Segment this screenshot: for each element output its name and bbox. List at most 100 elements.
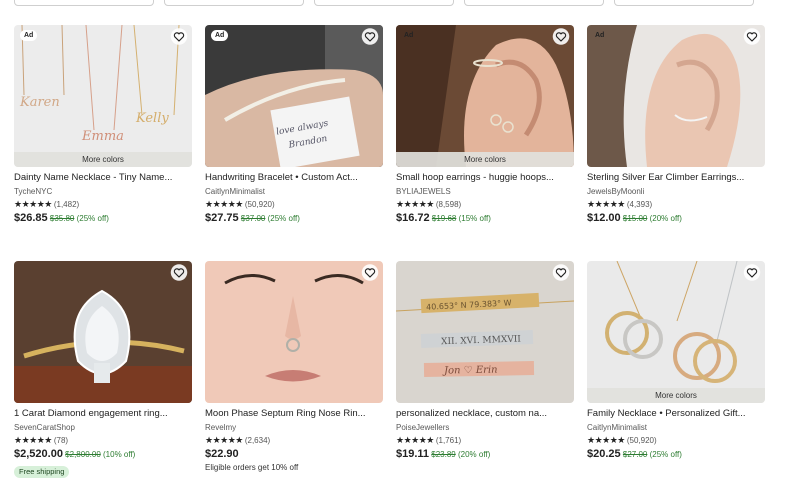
price-line: $19.11 $23.89 (20% off): [396, 448, 574, 461]
product-card[interactable]: More colors Family Necklace • Personaliz…: [587, 261, 765, 461]
product-title[interactable]: Family Necklace • Personalized Gift...: [587, 408, 765, 420]
heart-outline-icon[interactable]: [743, 264, 761, 281]
original-price: $23.89: [431, 450, 456, 459]
heart-outline-icon[interactable]: [552, 28, 570, 45]
product-title[interactable]: Dainty Name Necklace - Tiny Name...: [14, 172, 192, 184]
sale-price: $2,520.00: [14, 448, 63, 460]
product-image[interactable]: 40.653° N 79.383° W XII. XVI. MMXVII Jon…: [396, 261, 574, 403]
diamond-ring-image: [14, 261, 192, 403]
discount: (25% off): [649, 450, 682, 459]
bar-necklace-image: 40.653° N 79.383° W XII. XVI. MMXVII Jon…: [396, 261, 574, 403]
product-title[interactable]: Sterling Silver Ear Climber Earrings...: [587, 172, 765, 184]
filter-chip[interactable]: [614, 0, 754, 6]
product-card[interactable]: Ad More colors Small hoop earrings - hug…: [396, 25, 574, 225]
svg-text:Emma: Emma: [81, 129, 124, 144]
shop-name[interactable]: JewelsByMoonli: [587, 186, 765, 197]
discount: (15% off): [458, 214, 491, 223]
product-card[interactable]: 1 Carat Diamond engagement ring... Seven…: [14, 261, 192, 479]
more-colors-label: More colors: [14, 152, 192, 167]
discount: (20% off): [457, 450, 491, 459]
review-count: (50,920): [626, 436, 657, 445]
bracelet-image: love always Brandon: [205, 25, 383, 167]
product-card[interactable]: 40.653° N 79.383° W XII. XVI. MMXVII Jon…: [396, 261, 574, 461]
shop-name[interactable]: CaitlynMinimalist: [587, 422, 765, 433]
product-title[interactable]: Moon Phase Septum Ring Nose Rin...: [205, 408, 383, 420]
product-card[interactable]: love always Brandon Ad Handwriting Brace…: [205, 25, 383, 225]
heart-outline-icon[interactable]: [552, 264, 570, 281]
price-line: $12.00 $15.00 (20% off): [587, 212, 765, 225]
sale-price: $26.85: [14, 212, 48, 224]
product-image[interactable]: love always Brandon Ad: [205, 25, 383, 167]
ad-badge: Ad: [211, 30, 229, 41]
rating: ★★★★★ (78): [14, 435, 192, 446]
product-image[interactable]: Karen Emma Kelly Ad More colors: [14, 25, 192, 167]
rating: ★★★★★ (4,393): [587, 199, 765, 210]
product-image[interactable]: [205, 261, 383, 403]
product-title[interactable]: Small hoop earrings - huggie hoops...: [396, 172, 574, 184]
shop-name[interactable]: BYLIAJEWELS: [396, 186, 574, 197]
rating: ★★★★★ (1,761): [396, 435, 574, 446]
filter-chip[interactable]: [14, 0, 154, 6]
shop-name[interactable]: CaitlynMinimalist: [205, 186, 383, 197]
product-image[interactable]: Ad: [587, 25, 765, 167]
filter-chip[interactable]: [314, 0, 454, 6]
shop-name[interactable]: PoiseJewellers: [396, 422, 574, 433]
discount: (20% off): [649, 214, 682, 223]
original-price: $27.00: [622, 450, 648, 459]
product-title[interactable]: 1 Carat Diamond engagement ring...: [14, 408, 192, 420]
sale-price: $22.90: [205, 448, 239, 460]
earrings-image: [396, 25, 574, 167]
price-line: $22.90: [205, 448, 383, 461]
rating: ★★★★★ (50,920): [587, 435, 765, 446]
filter-chip[interactable]: [464, 0, 604, 6]
product-card[interactable]: Karen Emma Kelly Ad More colors Dainty N…: [14, 25, 192, 225]
discount: (25% off): [267, 214, 300, 223]
filter-chip[interactable]: [164, 0, 304, 6]
review-count: (50,920): [244, 200, 275, 209]
promo-note: Eligible orders get 10% off: [205, 463, 299, 472]
original-price: $2,800.00: [65, 450, 101, 459]
price-line: $2,520.00 $2,800.00 (10% off): [14, 448, 192, 461]
product-image[interactable]: Ad More colors: [396, 25, 574, 167]
star-rating-icon: ★★★★★: [587, 435, 625, 445]
heart-outline-icon[interactable]: [743, 28, 761, 45]
svg-text:Karen: Karen: [19, 95, 60, 110]
sale-price: $20.25: [587, 448, 621, 460]
rating: ★★★★★ (8,598): [396, 199, 574, 210]
family-necklace-image: [587, 261, 765, 403]
review-count: (78): [53, 436, 69, 445]
sale-price: $16.72: [396, 212, 430, 224]
original-price: $37.00: [240, 214, 266, 223]
star-rating-icon: ★★★★★: [396, 199, 434, 209]
review-count: (1,761): [435, 436, 462, 445]
svg-text:Jon ♡ Erin: Jon ♡ Erin: [442, 365, 498, 377]
ear-climber-image: [587, 25, 765, 167]
original-price: $15.00: [622, 214, 648, 223]
sale-price: $27.75: [205, 212, 239, 224]
product-title[interactable]: personalized necklace, custom na...: [396, 408, 574, 420]
price-line: $16.72 $19.68 (15% off): [396, 212, 574, 225]
product-card[interactable]: Moon Phase Septum Ring Nose Rin... Revel…: [205, 261, 383, 473]
heart-outline-icon[interactable]: [361, 264, 379, 281]
price-line: $26.85 $35.80 (25% off): [14, 212, 192, 225]
heart-outline-icon[interactable]: [170, 264, 188, 281]
discount: (25% off): [76, 214, 109, 223]
product-image[interactable]: [14, 261, 192, 403]
product-title[interactable]: Handwriting Bracelet • Custom Act...: [205, 172, 383, 184]
star-rating-icon: ★★★★★: [587, 199, 625, 209]
product-image[interactable]: More colors: [587, 261, 765, 403]
heart-outline-icon[interactable]: [361, 28, 379, 45]
heart-outline-icon[interactable]: [170, 28, 188, 45]
review-count: (8,598): [435, 200, 462, 209]
rating: ★★★★★ (1,482): [14, 199, 192, 210]
product-card[interactable]: Ad Sterling Silver Ear Climber Earrings.…: [587, 25, 765, 225]
review-count: (4,393): [626, 200, 653, 209]
necklace-image: Karen Emma Kelly: [14, 25, 192, 167]
shop-name[interactable]: TycheNYC: [14, 186, 192, 197]
shop-name[interactable]: Revelmy: [205, 422, 383, 433]
filter-bar: [0, 0, 800, 6]
shop-name[interactable]: SevenCaratShop: [14, 422, 192, 433]
svg-text:Kelly: Kelly: [135, 111, 169, 126]
star-rating-icon: ★★★★★: [396, 435, 434, 445]
ad-badge: Ad: [404, 32, 414, 39]
